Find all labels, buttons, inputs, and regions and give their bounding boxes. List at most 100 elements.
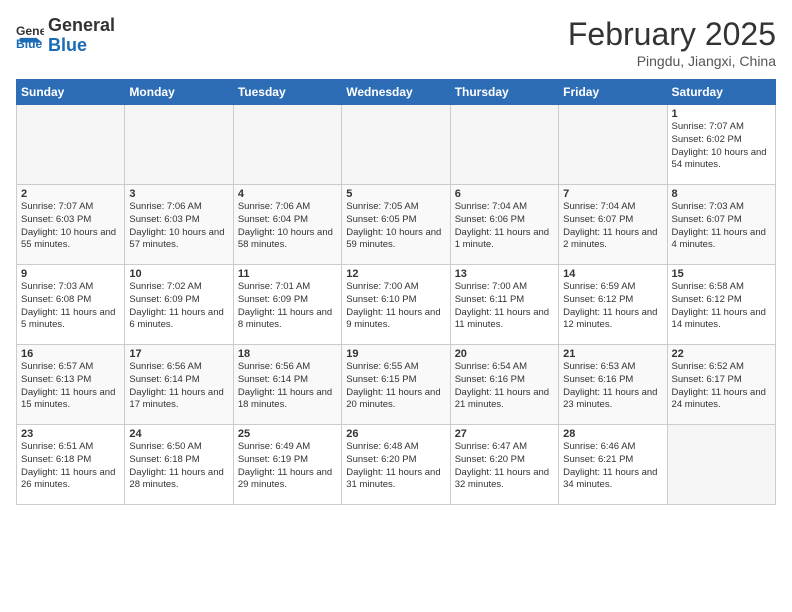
calendar-week-row: 1Sunrise: 7:07 AM Sunset: 6:02 PM Daylig… — [17, 105, 776, 185]
table-row: 12Sunrise: 7:00 AM Sunset: 6:10 PM Dayli… — [342, 265, 450, 345]
day-info: Sunrise: 6:53 AM Sunset: 6:16 PM Dayligh… — [563, 361, 662, 412]
table-row: 23Sunrise: 6:51 AM Sunset: 6:18 PM Dayli… — [17, 425, 125, 505]
day-info: Sunrise: 7:02 AM Sunset: 6:09 PM Dayligh… — [129, 281, 228, 332]
logo-text: General Blue — [48, 16, 115, 56]
day-info: Sunrise: 6:54 AM Sunset: 6:16 PM Dayligh… — [455, 361, 554, 412]
day-info: Sunrise: 6:57 AM Sunset: 6:13 PM Dayligh… — [21, 361, 120, 412]
day-info: Sunrise: 7:06 AM Sunset: 6:04 PM Dayligh… — [238, 201, 337, 252]
day-number: 7 — [563, 188, 662, 200]
table-row: 1Sunrise: 7:07 AM Sunset: 6:02 PM Daylig… — [667, 105, 775, 185]
day-number: 13 — [455, 268, 554, 280]
day-number: 6 — [455, 188, 554, 200]
table-row: 17Sunrise: 6:56 AM Sunset: 6:14 PM Dayli… — [125, 345, 233, 425]
day-number: 22 — [672, 348, 771, 360]
table-row: 27Sunrise: 6:47 AM Sunset: 6:20 PM Dayli… — [450, 425, 558, 505]
table-row — [17, 105, 125, 185]
day-number: 24 — [129, 428, 228, 440]
day-info: Sunrise: 6:56 AM Sunset: 6:14 PM Dayligh… — [238, 361, 337, 412]
day-info: Sunrise: 7:03 AM Sunset: 6:08 PM Dayligh… — [21, 281, 120, 332]
day-info: Sunrise: 6:46 AM Sunset: 6:21 PM Dayligh… — [563, 441, 662, 492]
table-row: 4Sunrise: 7:06 AM Sunset: 6:04 PM Daylig… — [233, 185, 341, 265]
table-row: 5Sunrise: 7:05 AM Sunset: 6:05 PM Daylig… — [342, 185, 450, 265]
col-friday: Friday — [559, 80, 667, 105]
calendar-week-row: 16Sunrise: 6:57 AM Sunset: 6:13 PM Dayli… — [17, 345, 776, 425]
day-info: Sunrise: 7:01 AM Sunset: 6:09 PM Dayligh… — [238, 281, 337, 332]
table-row: 21Sunrise: 6:53 AM Sunset: 6:16 PM Dayli… — [559, 345, 667, 425]
calendar-week-row: 23Sunrise: 6:51 AM Sunset: 6:18 PM Dayli… — [17, 425, 776, 505]
calendar-week-row: 9Sunrise: 7:03 AM Sunset: 6:08 PM Daylig… — [17, 265, 776, 345]
logo-icon: General Blue — [16, 22, 44, 50]
svg-text:Blue: Blue — [16, 37, 43, 50]
day-info: Sunrise: 7:03 AM Sunset: 6:07 PM Dayligh… — [672, 201, 771, 252]
day-info: Sunrise: 7:04 AM Sunset: 6:06 PM Dayligh… — [455, 201, 554, 252]
day-info: Sunrise: 6:52 AM Sunset: 6:17 PM Dayligh… — [672, 361, 771, 412]
table-row: 8Sunrise: 7:03 AM Sunset: 6:07 PM Daylig… — [667, 185, 775, 265]
day-info: Sunrise: 7:07 AM Sunset: 6:03 PM Dayligh… — [21, 201, 120, 252]
table-row: 19Sunrise: 6:55 AM Sunset: 6:15 PM Dayli… — [342, 345, 450, 425]
table-row: 7Sunrise: 7:04 AM Sunset: 6:07 PM Daylig… — [559, 185, 667, 265]
day-number: 5 — [346, 188, 445, 200]
day-number: 2 — [21, 188, 120, 200]
table-row — [450, 105, 558, 185]
table-row: 9Sunrise: 7:03 AM Sunset: 6:08 PM Daylig… — [17, 265, 125, 345]
svg-text:General: General — [16, 24, 44, 38]
day-number: 27 — [455, 428, 554, 440]
table-row: 2Sunrise: 7:07 AM Sunset: 6:03 PM Daylig… — [17, 185, 125, 265]
day-info: Sunrise: 7:00 AM Sunset: 6:10 PM Dayligh… — [346, 281, 445, 332]
day-number: 12 — [346, 268, 445, 280]
table-row: 14Sunrise: 6:59 AM Sunset: 6:12 PM Dayli… — [559, 265, 667, 345]
table-row: 13Sunrise: 7:00 AM Sunset: 6:11 PM Dayli… — [450, 265, 558, 345]
day-number: 20 — [455, 348, 554, 360]
col-sunday: Sunday — [17, 80, 125, 105]
day-number: 26 — [346, 428, 445, 440]
day-number: 1 — [672, 108, 771, 120]
day-number: 4 — [238, 188, 337, 200]
table-row: 3Sunrise: 7:06 AM Sunset: 6:03 PM Daylig… — [125, 185, 233, 265]
day-info: Sunrise: 6:56 AM Sunset: 6:14 PM Dayligh… — [129, 361, 228, 412]
table-row: 25Sunrise: 6:49 AM Sunset: 6:19 PM Dayli… — [233, 425, 341, 505]
table-row: 18Sunrise: 6:56 AM Sunset: 6:14 PM Dayli… — [233, 345, 341, 425]
day-number: 11 — [238, 268, 337, 280]
col-monday: Monday — [125, 80, 233, 105]
day-number: 21 — [563, 348, 662, 360]
table-row: 24Sunrise: 6:50 AM Sunset: 6:18 PM Dayli… — [125, 425, 233, 505]
table-row: 28Sunrise: 6:46 AM Sunset: 6:21 PM Dayli… — [559, 425, 667, 505]
day-number: 16 — [21, 348, 120, 360]
day-number: 8 — [672, 188, 771, 200]
day-info: Sunrise: 6:51 AM Sunset: 6:18 PM Dayligh… — [21, 441, 120, 492]
day-number: 23 — [21, 428, 120, 440]
table-row: 10Sunrise: 7:02 AM Sunset: 6:09 PM Dayli… — [125, 265, 233, 345]
day-info: Sunrise: 6:55 AM Sunset: 6:15 PM Dayligh… — [346, 361, 445, 412]
day-number: 3 — [129, 188, 228, 200]
calendar-week-row: 2Sunrise: 7:07 AM Sunset: 6:03 PM Daylig… — [17, 185, 776, 265]
day-number: 15 — [672, 268, 771, 280]
calendar-table: Sunday Monday Tuesday Wednesday Thursday… — [16, 79, 776, 505]
day-number: 10 — [129, 268, 228, 280]
day-info: Sunrise: 6:59 AM Sunset: 6:12 PM Dayligh… — [563, 281, 662, 332]
table-row: 6Sunrise: 7:04 AM Sunset: 6:06 PM Daylig… — [450, 185, 558, 265]
table-row — [559, 105, 667, 185]
logo: General Blue General Blue — [16, 16, 115, 56]
day-number: 18 — [238, 348, 337, 360]
col-tuesday: Tuesday — [233, 80, 341, 105]
day-info: Sunrise: 7:04 AM Sunset: 6:07 PM Dayligh… — [563, 201, 662, 252]
day-info: Sunrise: 6:58 AM Sunset: 6:12 PM Dayligh… — [672, 281, 771, 332]
day-number: 14 — [563, 268, 662, 280]
table-row: 11Sunrise: 7:01 AM Sunset: 6:09 PM Dayli… — [233, 265, 341, 345]
table-row: 22Sunrise: 6:52 AM Sunset: 6:17 PM Dayli… — [667, 345, 775, 425]
col-thursday: Thursday — [450, 80, 558, 105]
table-row — [233, 105, 341, 185]
table-row: 20Sunrise: 6:54 AM Sunset: 6:16 PM Dayli… — [450, 345, 558, 425]
col-wednesday: Wednesday — [342, 80, 450, 105]
table-row: 15Sunrise: 6:58 AM Sunset: 6:12 PM Dayli… — [667, 265, 775, 345]
day-number: 9 — [21, 268, 120, 280]
day-info: Sunrise: 6:49 AM Sunset: 6:19 PM Dayligh… — [238, 441, 337, 492]
page-header: General Blue General Blue February 2025 … — [16, 16, 776, 69]
day-number: 28 — [563, 428, 662, 440]
day-number: 19 — [346, 348, 445, 360]
day-info: Sunrise: 6:48 AM Sunset: 6:20 PM Dayligh… — [346, 441, 445, 492]
table-row — [342, 105, 450, 185]
table-row: 26Sunrise: 6:48 AM Sunset: 6:20 PM Dayli… — [342, 425, 450, 505]
day-number: 25 — [238, 428, 337, 440]
table-row — [125, 105, 233, 185]
